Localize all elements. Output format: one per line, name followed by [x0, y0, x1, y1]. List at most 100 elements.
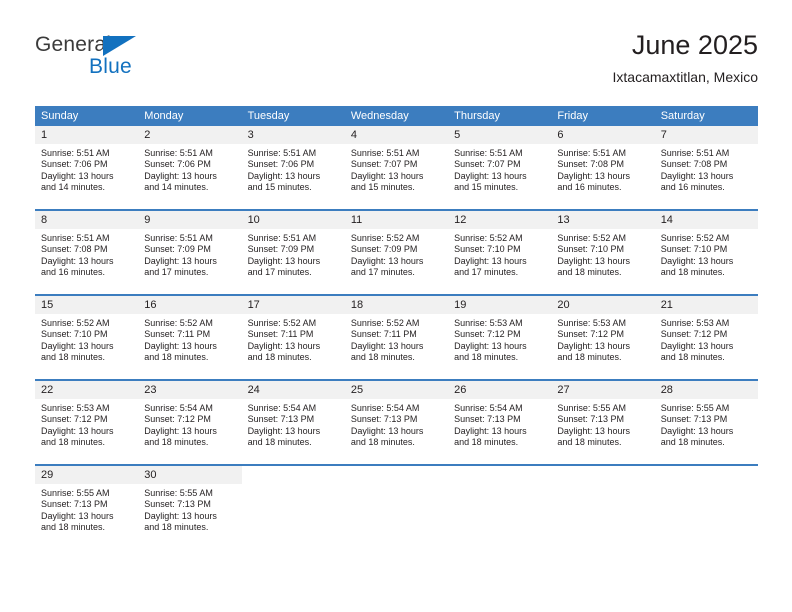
calendar-day-cell[interactable]: 8 Sunrise: 5:51 AM Sunset: 7:08 PM Daylight…	[35, 209, 139, 295]
day-cell-inner: 9 Sunrise: 5:51 AM Sunset: 7:09 PM Daylight…	[138, 211, 242, 294]
calendar-day-cell[interactable]: 24 Sunrise: 5:54 AM Sunset: 7:13 PM Dayligh…	[241, 379, 345, 465]
day-detail-daylight-line2: and 18 minutes.	[660, 437, 725, 448]
day-detail-daylight-line1: Daylight: 13 hours	[557, 255, 630, 266]
calendar-day-cell[interactable]: 16 Sunrise: 5:52 AM Sunset: 7:11 PM Dayligh…	[138, 294, 242, 380]
day-details: Sunrise: 5:53 AM Sunset: 7:12 PM Daylight:…	[448, 314, 551, 364]
day-detail-sunrise: Sunrise: 5:52 AM	[660, 233, 730, 243]
calendar-day-cell[interactable]: 17 Sunrise: 5:52 AM Sunset: 7:11 PM Dayligh…	[241, 294, 345, 380]
calendar-body: 1 Sunrise: 5:51 AM Sunset: 7:06 PM Daylight…	[35, 126, 758, 549]
day-detail-sunrise: Sunrise: 5:51 AM	[247, 233, 317, 243]
day-number: 23	[138, 381, 242, 399]
day-detail-daylight-line1: Daylight: 13 hours	[41, 170, 114, 181]
calendar-day-cell[interactable]: 19 Sunrise: 5:53 AM Sunset: 7:12 PM Dayligh…	[448, 294, 552, 380]
day-detail-sunrise: Sunrise: 5:51 AM	[247, 148, 317, 158]
weekday-header-wednesday: Wednesday	[344, 106, 449, 126]
day-details: Sunrise: 5:52 AM Sunset: 7:10 PM Daylight:…	[551, 229, 654, 279]
day-details: Sunrise: 5:51 AM Sunset: 7:08 PM Daylight:…	[551, 144, 654, 194]
calendar-day-cell[interactable]: 5 Sunrise: 5:51 AM Sunset: 7:07 PM Daylight…	[448, 126, 552, 210]
calendar-day-cell[interactable]: 12 Sunrise: 5:52 AM Sunset: 7:10 PM Dayligh…	[448, 209, 552, 295]
calendar-day-cell[interactable]: 1 Sunrise: 5:51 AM Sunset: 7:06 PM Daylight…	[35, 126, 139, 210]
calendar-day-cell[interactable]: 10 Sunrise: 5:51 AM Sunset: 7:09 PM Dayligh…	[241, 209, 345, 295]
day-detail-sunset: Sunset: 7:06 PM	[41, 159, 108, 170]
day-cell-inner: 29 Sunrise: 5:55 AM Sunset: 7:13 PM Dayligh…	[35, 466, 139, 549]
calendar-day-cell[interactable]: 20 Sunrise: 5:53 AM Sunset: 7:12 PM Dayligh…	[551, 294, 655, 380]
day-number: 4	[344, 126, 449, 144]
day-detail-daylight-line2: and 14 minutes.	[41, 182, 106, 193]
day-detail-daylight-line1: Daylight: 13 hours	[144, 425, 217, 436]
calendar-day-cell[interactable]: 29 Sunrise: 5:55 AM Sunset: 7:13 PM Dayligh…	[35, 464, 139, 549]
day-detail-sunrise: Sunrise: 5:51 AM	[144, 233, 213, 243]
day-details: Sunrise: 5:52 AM Sunset: 7:11 PM Daylight:…	[242, 314, 345, 364]
day-detail-sunrise: Sunrise: 5:55 AM	[557, 403, 626, 413]
day-detail-sunset: Sunset: 7:12 PM	[454, 329, 521, 340]
day-details: Sunrise: 5:51 AM Sunset: 7:09 PM Daylight:…	[242, 229, 345, 279]
day-detail-sunrise: Sunrise: 5:52 AM	[454, 233, 523, 243]
day-detail-sunset: Sunset: 7:13 PM	[660, 414, 728, 425]
calendar-day-cell[interactable]: 25 Sunrise: 5:54 AM Sunset: 7:13 PM Dayligh…	[344, 379, 449, 465]
calendar-day-cell-empty	[241, 464, 345, 549]
calendar-day-cell[interactable]: 27 Sunrise: 5:55 AM Sunset: 7:13 PM Dayligh…	[551, 379, 655, 465]
day-detail-sunset: Sunset: 7:10 PM	[454, 244, 521, 255]
day-detail-sunset: Sunset: 7:08 PM	[557, 159, 624, 170]
calendar-day-cell[interactable]: 13 Sunrise: 5:52 AM Sunset: 7:10 PM Dayligh…	[551, 209, 655, 295]
day-detail-daylight-line2: and 18 minutes.	[41, 522, 106, 533]
calendar-day-cell[interactable]: 21 Sunrise: 5:53 AM Sunset: 7:12 PM Dayligh…	[654, 294, 758, 380]
day-number: 17	[241, 296, 345, 314]
calendar-day-cell[interactable]: 6 Sunrise: 5:51 AM Sunset: 7:08 PM Daylight…	[551, 126, 655, 210]
calendar-day-cell[interactable]: 9 Sunrise: 5:51 AM Sunset: 7:09 PM Daylight…	[138, 209, 242, 295]
day-detail-daylight-line2: and 17 minutes.	[144, 267, 209, 278]
calendar-day-cell[interactable]: 14 Sunrise: 5:52 AM Sunset: 7:10 PM Dayligh…	[654, 209, 758, 295]
day-details: Sunrise: 5:51 AM Sunset: 7:07 PM Daylight:…	[345, 144, 448, 194]
day-detail-sunset: Sunset: 7:09 PM	[350, 244, 418, 255]
calendar-day-cell[interactable]: 30 Sunrise: 5:55 AM Sunset: 7:13 PM Dayligh…	[138, 464, 242, 549]
calendar-day-cell[interactable]: 15 Sunrise: 5:52 AM Sunset: 7:10 PM Dayligh…	[35, 294, 139, 380]
day-details: Sunrise: 5:52 AM Sunset: 7:10 PM Daylight:…	[35, 314, 138, 364]
calendar-day-cell[interactable]: 11 Sunrise: 5:52 AM Sunset: 7:09 PM Dayligh…	[344, 209, 449, 295]
day-number: 15	[35, 296, 139, 314]
calendar-day-cell-empty	[551, 464, 655, 549]
day-number: 18	[344, 296, 449, 314]
day-detail-daylight-line2: and 18 minutes.	[454, 437, 519, 448]
day-detail-sunset: Sunset: 7:08 PM	[41, 244, 108, 255]
day-detail-daylight-line2: and 18 minutes.	[660, 352, 725, 363]
day-detail-daylight-line1: Daylight: 13 hours	[350, 425, 424, 436]
day-cell-inner: 28 Sunrise: 5:55 AM Sunset: 7:13 PM Dayligh…	[654, 381, 758, 464]
day-cell-inner: 1 Sunrise: 5:51 AM Sunset: 7:06 PM Daylight…	[35, 126, 139, 209]
day-number: 5	[448, 126, 552, 144]
calendar-day-cell[interactable]: 3 Sunrise: 5:51 AM Sunset: 7:06 PM Daylight…	[241, 126, 345, 210]
calendar-day-cell[interactable]: 22 Sunrise: 5:53 AM Sunset: 7:12 PM Dayligh…	[35, 379, 139, 465]
day-detail-daylight-line1: Daylight: 13 hours	[41, 255, 114, 266]
day-cell-inner: 19 Sunrise: 5:53 AM Sunset: 7:12 PM Dayligh…	[448, 296, 552, 379]
calendar-day-cell[interactable]: 4 Sunrise: 5:51 AM Sunset: 7:07 PM Daylight…	[344, 126, 449, 210]
calendar-day-cell[interactable]: 23 Sunrise: 5:54 AM Sunset: 7:12 PM Dayligh…	[138, 379, 242, 465]
day-number: 19	[448, 296, 552, 314]
calendar-day-cell[interactable]: 28 Sunrise: 5:55 AM Sunset: 7:13 PM Dayligh…	[654, 379, 758, 465]
day-detail-daylight-line2: and 17 minutes.	[454, 267, 519, 278]
day-number	[448, 466, 552, 484]
day-cell-inner: 24 Sunrise: 5:54 AM Sunset: 7:13 PM Dayligh…	[241, 381, 345, 464]
day-details: Sunrise: 5:51 AM Sunset: 7:06 PM Daylight:…	[35, 144, 138, 194]
page-header: General Blue June 2025 Ixtacamaxtitlan, …	[0, 0, 792, 100]
day-detail-daylight-line1: Daylight: 13 hours	[350, 255, 424, 266]
calendar-week-row: 29 Sunrise: 5:55 AM Sunset: 7:13 PM Dayligh…	[35, 464, 758, 549]
day-details: Sunrise: 5:55 AM Sunset: 7:13 PM Daylight:…	[551, 399, 654, 449]
calendar-day-cell[interactable]: 7 Sunrise: 5:51 AM Sunset: 7:08 PM Daylight…	[654, 126, 758, 210]
day-details: Sunrise: 5:54 AM Sunset: 7:12 PM Daylight:…	[138, 399, 241, 449]
day-number: 21	[654, 296, 758, 314]
day-cell-inner	[448, 466, 552, 549]
day-detail-daylight-line2: and 15 minutes.	[454, 182, 519, 193]
calendar-day-cell[interactable]: 18 Sunrise: 5:52 AM Sunset: 7:11 PM Dayligh…	[344, 294, 449, 380]
day-detail-daylight-line2: and 17 minutes.	[247, 267, 312, 278]
day-detail-sunrise: Sunrise: 5:55 AM	[144, 488, 213, 498]
day-detail-sunrise: Sunrise: 5:54 AM	[247, 403, 317, 413]
calendar-day-cell[interactable]: 26 Sunrise: 5:54 AM Sunset: 7:13 PM Dayligh…	[448, 379, 552, 465]
day-detail-daylight-line2: and 18 minutes.	[454, 352, 519, 363]
day-number: 3	[241, 126, 345, 144]
calendar-day-cell[interactable]: 2 Sunrise: 5:51 AM Sunset: 7:06 PM Daylight…	[138, 126, 242, 210]
day-number: 16	[138, 296, 242, 314]
weekday-header-friday: Friday	[551, 106, 655, 126]
day-detail-daylight-line2: and 14 minutes.	[144, 182, 209, 193]
day-detail-daylight-line1: Daylight: 13 hours	[557, 170, 630, 181]
calendar-header-row: Sunday Monday Tuesday Wednesday Thursday Frid…	[35, 106, 758, 126]
day-detail-daylight-line1: Daylight: 13 hours	[454, 255, 527, 266]
